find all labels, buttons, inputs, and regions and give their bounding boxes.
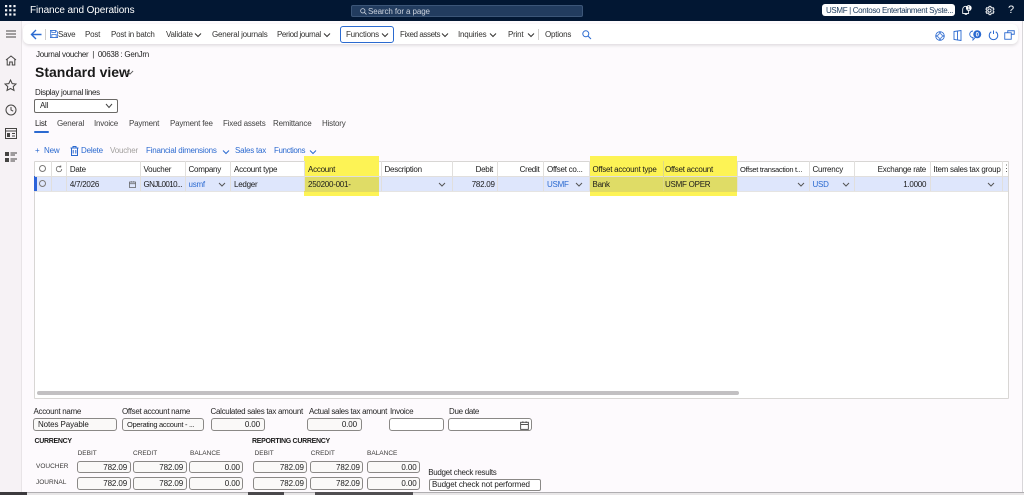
svg-text:1: 1 [967, 6, 970, 12]
